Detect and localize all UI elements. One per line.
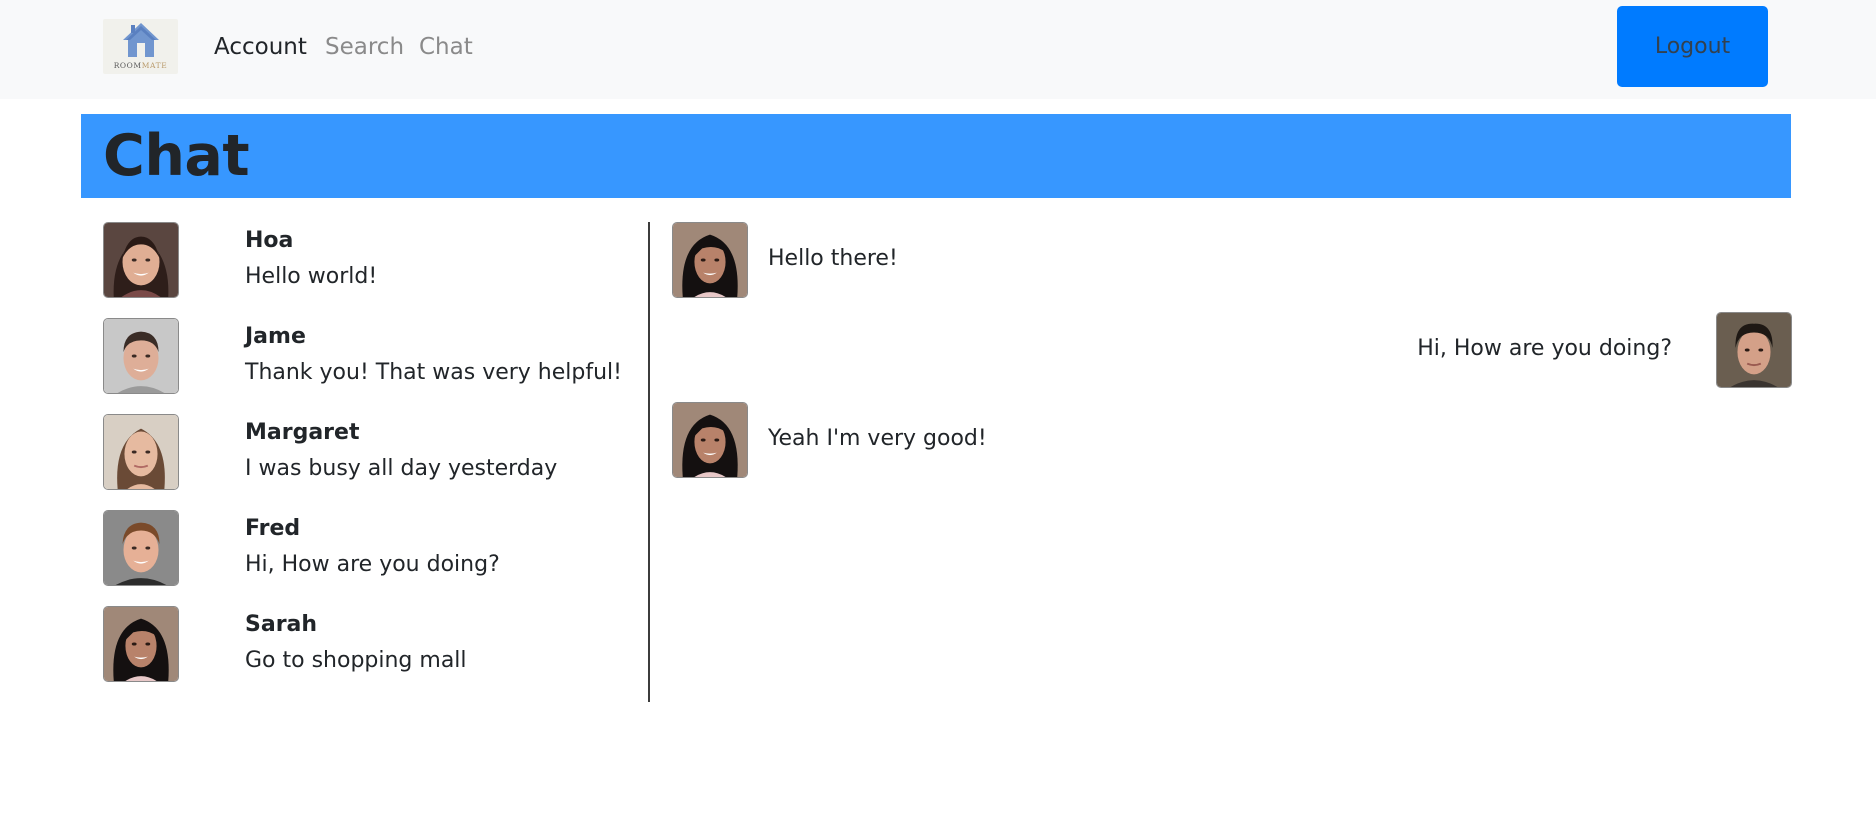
contact-last-message: Thank you! That was very helpful!	[245, 360, 622, 385]
page-header-banner: Chat	[81, 114, 1791, 198]
woman-curly-hair-avatar	[103, 222, 179, 298]
contact-last-message: Hi, How are you doing?	[245, 552, 500, 577]
man-brown-hair-avatar	[103, 510, 179, 586]
logout-button[interactable]: Logout	[1617, 6, 1768, 87]
contact-item-margaret[interactable]: Margaret I was busy all day yesterday	[103, 414, 623, 490]
woman-dark-hair-avatar	[103, 606, 179, 682]
contact-item-sarah[interactable]: Sarah Go to shopping mall	[103, 606, 623, 682]
message-outgoing: Hi, How are you doing?	[672, 312, 1792, 388]
contact-name: Fred	[245, 516, 301, 541]
nav-link-account[interactable]: Account	[214, 32, 307, 62]
contact-last-message: Go to shopping mall	[245, 648, 467, 673]
contact-item-hoa[interactable]: Hoa Hello world!	[103, 222, 623, 298]
man-short-hair-avatar	[103, 318, 179, 394]
house-icon	[123, 23, 159, 57]
contact-name: Margaret	[245, 420, 360, 445]
contact-name: Sarah	[245, 612, 318, 637]
man-dark-hair-avatar	[1716, 312, 1792, 388]
panel-divider	[648, 222, 650, 702]
message-incoming: Hello there!	[672, 222, 1272, 298]
contact-last-message: Hello world!	[245, 264, 378, 289]
top-navbar: ROOMMATE Account Search Chat Logout	[0, 0, 1876, 99]
woman-dark-hair-avatar	[672, 402, 748, 478]
message-text: Hello there!	[768, 246, 898, 271]
message-thread: Hello there! Hi, How are you doing? Yeah…	[672, 222, 1792, 702]
message-incoming: Yeah I'm very good!	[672, 402, 1272, 478]
contact-item-jame[interactable]: Jame Thank you! That was very helpful!	[103, 318, 623, 394]
contact-last-message: I was busy all day yesterday	[245, 456, 558, 481]
contact-name: Hoa	[245, 228, 294, 253]
message-text: Yeah I'm very good!	[768, 426, 987, 451]
logo-wordmark: ROOMMATE	[113, 61, 168, 70]
woman-long-hair-avatar	[103, 414, 179, 490]
contact-item-fred[interactable]: Fred Hi, How are you doing?	[103, 510, 623, 586]
roommate-logo[interactable]: ROOMMATE	[103, 19, 178, 74]
message-text: Hi, How are you doing?	[1417, 336, 1672, 361]
nav-link-search[interactable]: Search	[325, 32, 404, 62]
page-title: Chat	[103, 123, 250, 189]
nav-link-chat[interactable]: Chat	[419, 32, 473, 62]
woman-dark-hair-avatar	[672, 222, 748, 298]
contact-name: Jame	[245, 324, 306, 349]
